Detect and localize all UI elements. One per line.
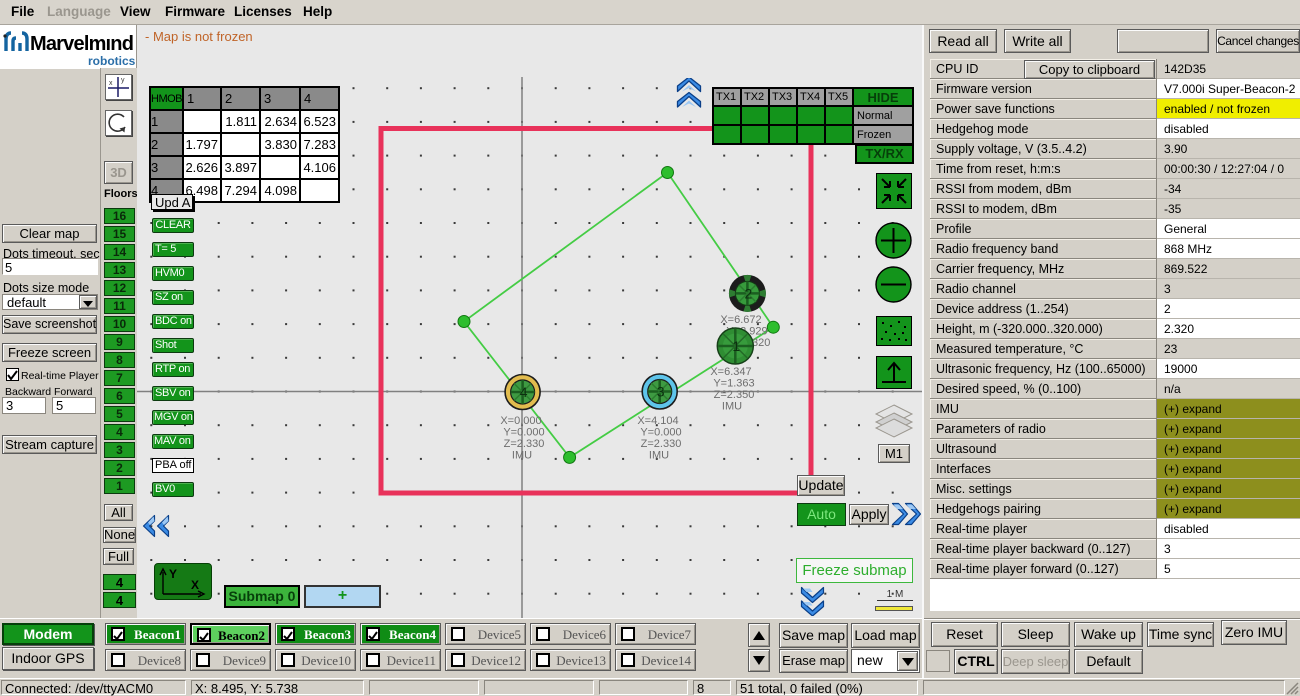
- svg-text:Z=2.330: Z=2.330: [641, 438, 682, 450]
- svg-text:IMU: IMU: [722, 401, 742, 413]
- svg-text:Z=2.350: Z=2.350: [714, 389, 755, 401]
- svg-text:Z=2.330: Z=2.330: [504, 438, 545, 450]
- svg-text:3: 3: [657, 384, 665, 400]
- svg-text:X=0.000: X=0.000: [500, 415, 541, 427]
- svg-text:IMU: IMU: [512, 450, 532, 462]
- svg-text:X=6.347: X=6.347: [710, 366, 751, 378]
- svg-text:x: x: [109, 80, 113, 87]
- svg-text:X=6.672: X=6.672: [720, 314, 761, 326]
- svg-text:4: 4: [520, 384, 528, 400]
- svg-text:Y=1.363: Y=1.363: [713, 378, 754, 390]
- svg-text:y: y: [121, 77, 125, 84]
- svg-text:Y=0.000: Y=0.000: [640, 427, 681, 439]
- svg-text:IMU: IMU: [649, 450, 669, 462]
- svg-text:1: 1: [732, 338, 740, 354]
- svg-text:X=4.104: X=4.104: [637, 415, 678, 427]
- svg-text:2: 2: [745, 285, 753, 301]
- svg-text:Y=0.000: Y=0.000: [503, 427, 544, 439]
- svg-text:X: X: [191, 578, 199, 592]
- svg-text:Y: Y: [169, 567, 177, 581]
